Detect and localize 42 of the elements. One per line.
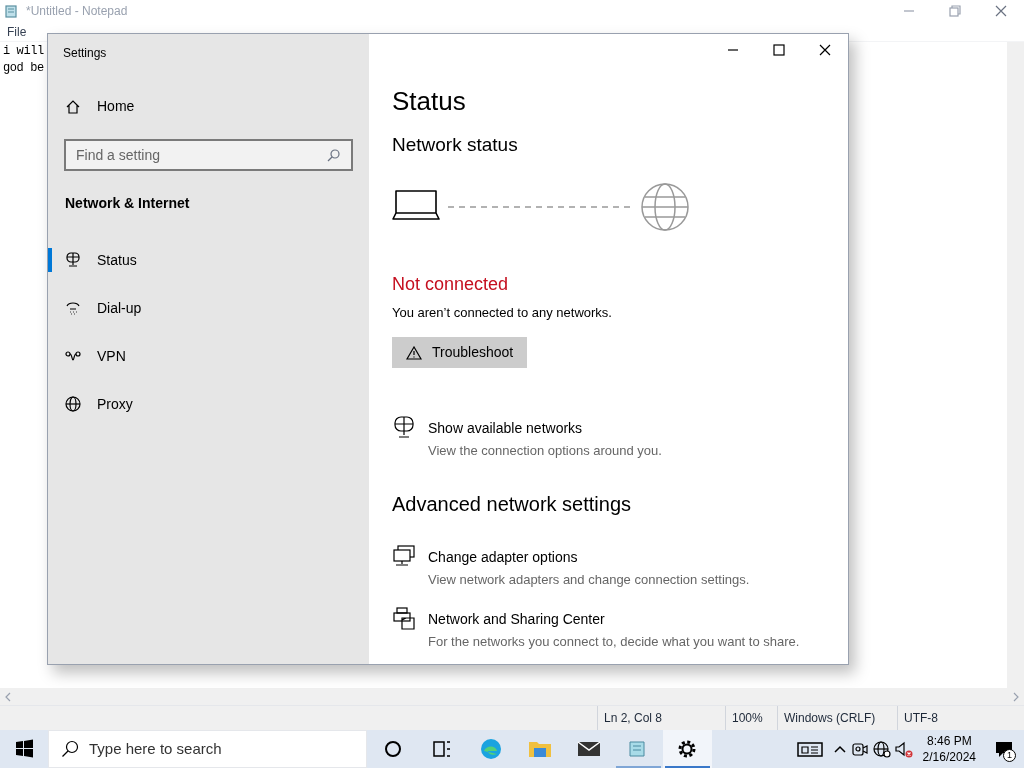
- globe-monitor-icon: [64, 251, 82, 269]
- notification-badge: 1: [1003, 749, 1016, 762]
- troubleshoot-button[interactable]: Troubleshoot: [392, 337, 528, 368]
- menu-item[interactable]: File: [7, 22, 27, 41]
- link-description: View the connection options around you.: [428, 442, 662, 460]
- link[interactable]: Network and Sharing Center: [428, 609, 605, 630]
- page-title: Status: [392, 85, 466, 118]
- globe-icon: [64, 395, 82, 413]
- link[interactable]: Change adapter options: [428, 546, 578, 568]
- search-field[interactable]: Find a setting: [76, 144, 327, 166]
- home-icon: [65, 98, 81, 115]
- search-box[interactable]: Find a setting: [64, 139, 353, 171]
- section-heading: Network & Internet: [64, 194, 190, 213]
- text-line: i will: [3, 43, 44, 60]
- search-field[interactable]: Type here to search: [89, 737, 366, 761]
- phone-icon: [64, 299, 82, 317]
- search-icon: [61, 740, 79, 758]
- status-text: Not connected: [392, 272, 509, 296]
- news-icon[interactable]: [794, 739, 825, 759]
- printer-folder-icon: [392, 606, 416, 630]
- home-link[interactable]: Home: [48, 96, 135, 117]
- nav-item[interactable]: Dial-up: [48, 284, 369, 332]
- globe-monitor-icon: [392, 415, 416, 439]
- search-icon: [327, 148, 341, 162]
- nav-item[interactable]: VPN: [48, 332, 369, 380]
- speaker-muted-icon[interactable]: [892, 739, 915, 759]
- nav-item[interactable]: Proxy: [48, 380, 369, 428]
- window-title: *Untitled - Notepad: [26, 3, 128, 20]
- section-heading: Network status: [392, 133, 518, 157]
- link-description: View network adapters and change connection settings.: [428, 570, 750, 589]
- network-adapter-icon: [392, 543, 416, 568]
- link-description: For the networks you connect to, decide what you want to share.: [428, 633, 800, 651]
- text-line: god be: [3, 60, 44, 77]
- gear-icon[interactable]: [663, 730, 712, 768]
- clock[interactable]: 8:46 PM 2/16/2024: [914, 733, 984, 765]
- warning-icon: [406, 345, 422, 360]
- section-heading: Advanced network settings: [392, 491, 632, 517]
- notepad-icon: [4, 4, 18, 18]
- window-title: Settings: [62, 45, 107, 62]
- globe-icon[interactable]: [870, 739, 893, 759]
- link[interactable]: Show available networks: [428, 418, 583, 439]
- status-description: You aren’t connected to any networks.: [392, 303, 612, 322]
